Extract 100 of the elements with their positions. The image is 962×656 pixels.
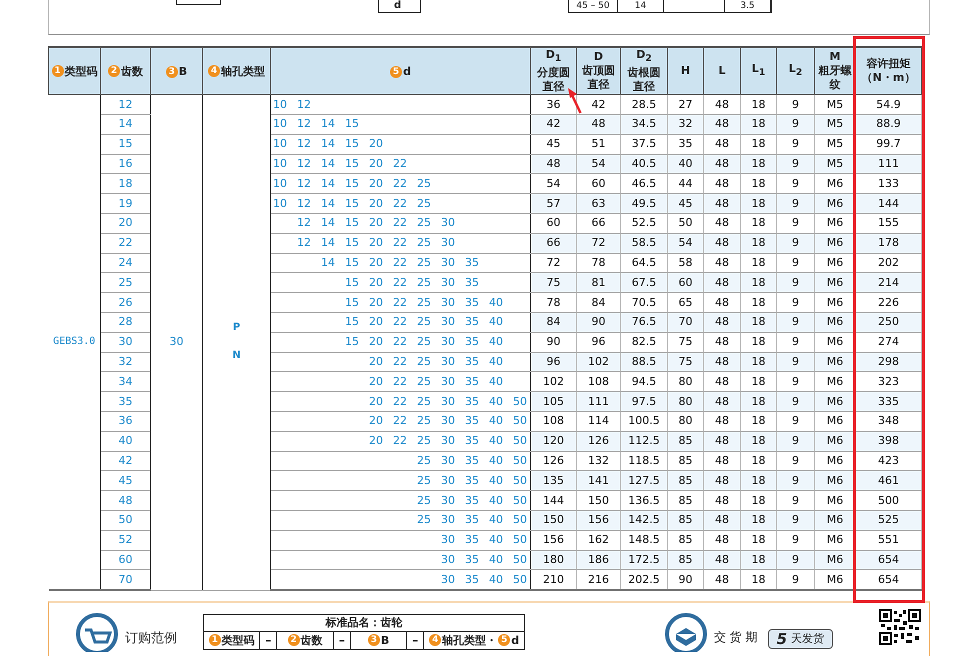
table-cell: 120 xyxy=(530,431,576,452)
table-cell: 654 xyxy=(856,570,922,590)
table-cell: 654 xyxy=(856,550,922,570)
bore-type: N xyxy=(231,349,242,364)
header-label: L xyxy=(717,64,726,78)
table-cell: 186 xyxy=(576,550,620,570)
table-cell: 54 xyxy=(668,233,704,254)
bore-size: 20 xyxy=(369,296,384,309)
bore-size: 22 xyxy=(393,356,408,368)
table-cell: 18 xyxy=(740,233,776,254)
table-cell: 9 xyxy=(776,272,814,293)
table-cell: 156 xyxy=(530,530,576,550)
table-cell: 48 xyxy=(704,530,740,550)
bore-size: 30 xyxy=(441,296,456,309)
header-label: H xyxy=(680,64,692,78)
table-cell: 111 xyxy=(856,154,922,174)
bore-size: 35 xyxy=(465,534,480,546)
header-label: 齿根圆 xyxy=(626,66,662,80)
spec-cell: 3.5 xyxy=(725,0,771,12)
table-cell: 90 xyxy=(576,312,620,332)
bore-size: 40 xyxy=(489,494,504,507)
header-label: 轴孔类型 xyxy=(221,64,265,79)
bore-size: 35 xyxy=(465,474,480,487)
bore-size: 22 xyxy=(393,396,408,408)
table-cell: 9 xyxy=(776,352,814,372)
table-cell: 88.5 xyxy=(620,352,668,372)
table-cell: 65 xyxy=(668,292,704,312)
table-cell: 48 xyxy=(704,292,740,312)
table-cell: 136.5 xyxy=(620,490,668,510)
bore-size: 35 xyxy=(465,276,480,289)
table-cell: 18 xyxy=(740,94,776,114)
bore-size: 30 xyxy=(441,554,456,566)
table-cell: 162 xyxy=(576,530,620,550)
table-cell: 48 xyxy=(704,411,740,432)
table-cell: 298 xyxy=(856,352,922,372)
bore-size: 14 xyxy=(321,118,336,130)
table-cell: 54 xyxy=(576,154,620,174)
table-cell: 66 xyxy=(576,213,620,234)
bore-size: 22 xyxy=(393,435,408,448)
bore-size: 25 xyxy=(417,198,432,210)
table-cell: 9 xyxy=(776,233,814,254)
bore-size: 35 xyxy=(465,494,480,507)
section-title: 订购范例 xyxy=(125,630,177,647)
table-cell: 45 xyxy=(668,194,704,214)
bore-size: 40 xyxy=(489,534,504,546)
bore-size: 14 xyxy=(321,256,336,269)
bore-size: 35 xyxy=(465,256,480,269)
table-cell: 48 xyxy=(704,233,740,254)
bore-size: 22 xyxy=(393,296,408,309)
bore-size: 10 xyxy=(273,198,288,210)
field-label: 齿数 xyxy=(300,632,323,649)
table-cell: 214 xyxy=(856,272,922,293)
table-cell: 18 xyxy=(740,332,776,352)
bore-size: 25 xyxy=(417,376,432,388)
table-cell: 30 xyxy=(150,94,202,590)
table-cell: 102 xyxy=(576,352,620,372)
table-cell: 18 xyxy=(740,352,776,372)
bore-size: 35 xyxy=(465,514,480,526)
table-cell: 42 xyxy=(576,94,620,114)
bore-size: 50 xyxy=(513,494,528,507)
section-title: 交 货 期 xyxy=(714,629,758,646)
bore-size: 12 xyxy=(297,158,312,170)
bore-size: 30 xyxy=(441,217,456,230)
bore-size: 15 xyxy=(345,118,360,130)
bore-size: 20 xyxy=(369,256,384,269)
table-cell: 250 xyxy=(856,312,922,332)
bore-size: 30 xyxy=(441,534,456,546)
bore-size: 25 xyxy=(417,514,432,526)
table-cell: 52.5 xyxy=(620,213,668,234)
table-cell: 9 xyxy=(776,213,814,234)
bore-size: 50 xyxy=(513,474,528,487)
bore-size: 15 xyxy=(345,217,360,230)
table-cell: 18 xyxy=(740,134,776,154)
table-cell: 180 xyxy=(530,550,576,570)
bore-size: 12 xyxy=(297,118,312,130)
table-cell: 34.5 xyxy=(620,114,668,134)
bore-size: 35 xyxy=(465,574,480,586)
table-cell: 9 xyxy=(776,431,814,452)
table-cell: 50 xyxy=(668,213,704,234)
bore-size: 30 xyxy=(441,336,456,348)
bore-size: 50 xyxy=(513,574,528,586)
table-cell: 48 xyxy=(704,312,740,332)
table-cell: 48 xyxy=(704,194,740,214)
bore-size: 40 xyxy=(489,356,504,368)
table-cell: 85 xyxy=(668,510,704,530)
table-cell: 84 xyxy=(576,292,620,312)
table-cell: 9 xyxy=(776,570,814,590)
table-cell: 60 xyxy=(530,213,576,234)
bore-size: 25 xyxy=(417,494,432,507)
table-cell: 18 xyxy=(740,490,776,510)
bore-size: 50 xyxy=(513,534,528,546)
table-cell: 525 xyxy=(856,510,922,530)
table-cell: 156 xyxy=(576,510,620,530)
table-cell: 9 xyxy=(776,154,814,174)
bore-size: 40 xyxy=(489,514,504,526)
bore-size: 14 xyxy=(321,138,336,150)
table-cell: 40 xyxy=(668,154,704,174)
table-cell: 63 xyxy=(576,194,620,214)
bore-size: 25 xyxy=(417,435,432,448)
bore-size: 15 xyxy=(345,256,360,269)
